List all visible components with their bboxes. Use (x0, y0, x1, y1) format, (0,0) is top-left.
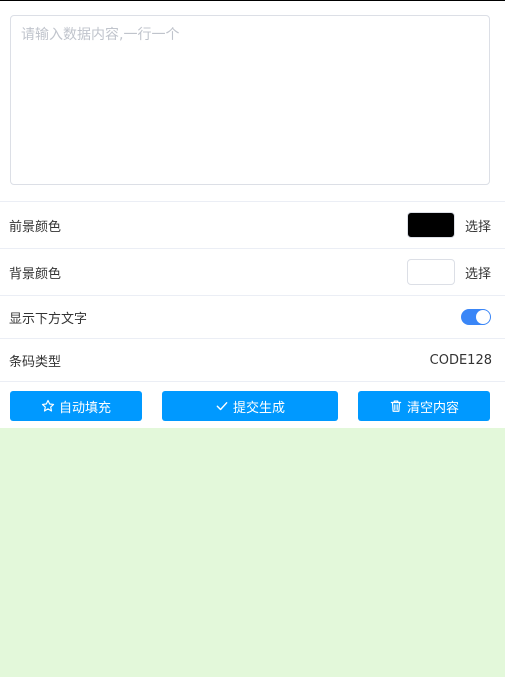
background-color-row: 背景颜色 选择 (0, 248, 505, 295)
background-color-controls: 选择 (406, 259, 491, 285)
submit-button[interactable]: 提交生成 (162, 391, 338, 421)
foreground-color-row: 前景颜色 选择 (0, 201, 505, 248)
top-border (0, 0, 505, 1)
foreground-color-label: 前景颜色 (9, 219, 62, 235)
foreground-color-controls: 选择 (406, 212, 491, 238)
barcode-type-value[interactable]: CODE128 (430, 353, 492, 368)
submit-button-label: 提交生成 (232, 400, 285, 416)
foreground-choose-button[interactable]: 选择 (465, 216, 491, 235)
trash-icon (390, 400, 402, 412)
barcode-type-label: 条码类型 (9, 354, 62, 370)
foreground-color-swatch[interactable] (406, 212, 455, 238)
action-button-bar: 自动填充 提交生成 清空内容 (0, 381, 505, 428)
background-color-label: 背景颜色 (9, 266, 62, 282)
autofill-button-label: 自动填充 (58, 400, 111, 416)
show-text-toggle[interactable] (461, 309, 491, 325)
show-text-row: 显示下方文字 (0, 295, 505, 338)
clear-button-label: 清空内容 (406, 400, 459, 416)
data-input[interactable] (10, 15, 490, 185)
clear-button[interactable]: 清空内容 (358, 391, 490, 421)
check-icon (216, 402, 228, 411)
toggle-knob (476, 310, 490, 324)
barcode-type-row[interactable]: 条码类型 CODE128 (0, 338, 505, 381)
data-input-container (10, 15, 490, 185)
autofill-button[interactable]: 自动填充 (10, 391, 142, 421)
background-choose-button[interactable]: 选择 (465, 263, 491, 282)
barcode-result-area (0, 428, 505, 677)
star-icon (41, 399, 55, 412)
show-text-label: 显示下方文字 (9, 311, 88, 327)
background-color-swatch[interactable] (406, 259, 455, 285)
